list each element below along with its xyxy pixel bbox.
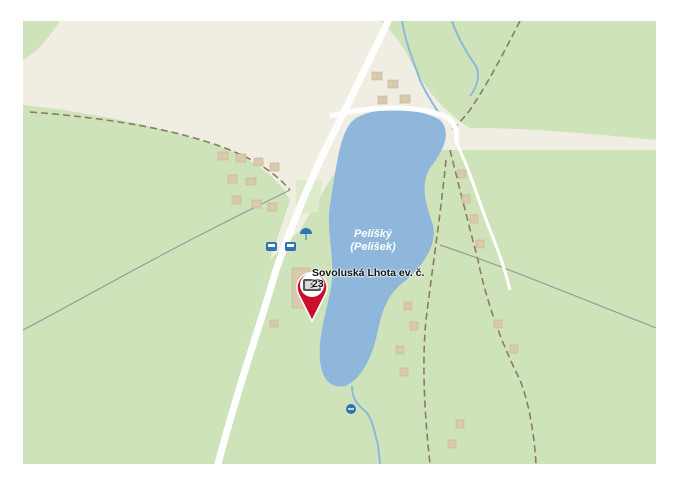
building — [231, 195, 242, 205]
building — [475, 239, 485, 249]
marker-label[interactable]: Sovoluská Lhota ev. č. 23 — [312, 268, 432, 290]
building — [455, 419, 465, 429]
building — [267, 202, 278, 212]
building — [399, 367, 409, 377]
building — [217, 151, 229, 161]
building — [253, 157, 264, 167]
building — [227, 174, 238, 184]
map-view[interactable]: Pelíšký (Pelíšek) 1 Sovoluská Lhota ev. … — [23, 21, 656, 464]
building — [399, 94, 411, 104]
building — [409, 321, 419, 331]
dam-icon[interactable] — [346, 404, 356, 414]
building — [371, 71, 383, 81]
building — [387, 79, 399, 89]
building — [395, 345, 405, 355]
lake-name-line1: Pelíšký — [354, 228, 393, 240]
bus-stop-icon[interactable] — [285, 242, 296, 251]
bus-stop-icon[interactable] — [266, 242, 277, 251]
building — [251, 199, 262, 209]
lake-name-line2: (Pelíšek) — [350, 241, 396, 253]
building — [269, 162, 280, 172]
building — [403, 301, 413, 311]
building — [269, 319, 279, 328]
building — [509, 344, 519, 354]
building — [461, 194, 471, 204]
building — [457, 169, 467, 179]
building — [377, 95, 388, 105]
building — [447, 439, 457, 449]
building — [235, 153, 247, 163]
building — [493, 319, 503, 329]
building — [245, 177, 257, 186]
building — [469, 214, 479, 224]
